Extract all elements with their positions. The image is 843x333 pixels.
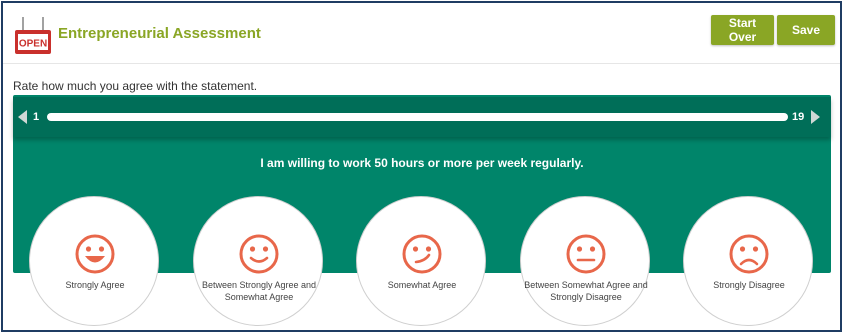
option-label: Between Somewhat Agree and Strongly Disa… [524,280,648,302]
save-button[interactable]: Save [777,15,835,45]
start-over-button[interactable]: Start Over [711,15,774,45]
option-label: Strongly Disagree [713,280,785,290]
option-between-somewhat-agree-and-strongly-disagree[interactable]: Between Somewhat Agree and Strongly Disa… [520,196,650,326]
open-sign-logo: OPEN [15,17,51,54]
app-title: Entrepreneurial Assessment [58,25,261,42]
option-strongly-agree[interactable]: Strongly Agree [29,196,159,326]
neutral-face-icon [566,234,606,274]
option-between-strongly-and-somewhat-agree[interactable]: Between Strongly Agree and Somewhat Agre… [193,196,323,326]
app-frame: OPEN Entrepreneurial Assessment Start Ov… [1,1,842,332]
slider-track[interactable] [47,113,788,121]
very-happy-face-icon [75,234,115,274]
question-statement: I am willing to work 50 hours or more pe… [260,156,584,170]
slider-min-label: 1 [33,111,40,123]
option-strongly-disagree[interactable]: Strongly Disagree [683,196,813,326]
option-label: Somewhat Agree [387,280,457,290]
logo-text: OPEN [19,39,47,50]
header: OPEN Entrepreneurial Assessment Start Ov… [3,3,840,64]
option-label: Between Strongly Agree and Somewhat Agre… [201,280,317,302]
question-slider: 1 19 [13,97,831,137]
previous-arrow-icon[interactable] [18,110,27,124]
next-arrow-icon[interactable] [811,110,820,124]
wink-face-icon [402,234,442,274]
option-somewhat-agree[interactable]: Somewhat Agree [356,196,486,326]
sad-face-icon [729,234,769,274]
prompt-text: Rate how much you agree with the stateme… [13,79,258,93]
option-label: Strongly Agree [65,280,125,290]
slider-max-label: 19 [792,111,805,123]
happy-face-icon [239,234,279,274]
